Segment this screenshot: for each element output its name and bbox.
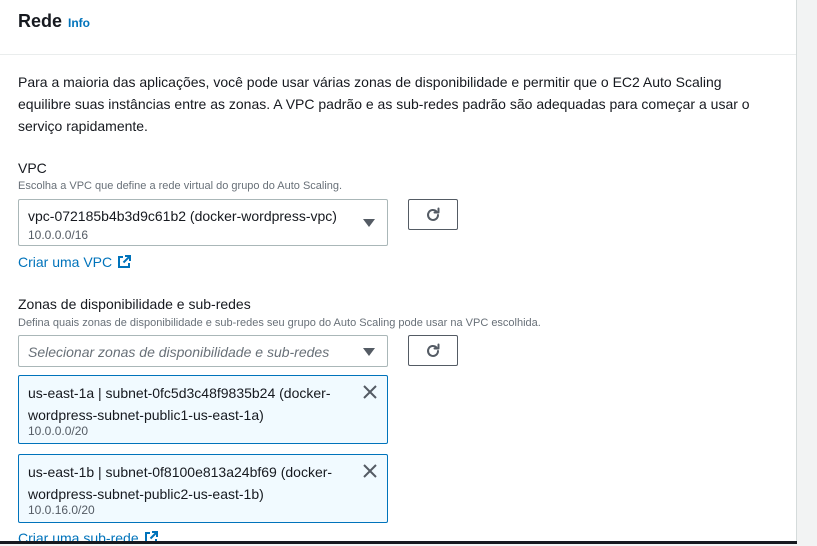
caret-down-icon: [363, 348, 375, 356]
create-vpc-label: Criar uma VPC: [18, 254, 113, 270]
section-title: Rede: [18, 11, 63, 31]
close-icon[interactable]: [362, 384, 378, 400]
zones-refresh-button[interactable]: [408, 335, 458, 366]
subnet-token-line2: wordpress-subnet-public1-us-east-1a): [28, 407, 264, 423]
subnet-token: us-east-1a | subnet-0fc5d3c48f9835b24 (d…: [18, 375, 388, 444]
zones-placeholder: Selecionar zonas de disponibilidade e su…: [28, 344, 330, 360]
vpc-selected-cidr: 10.0.0.0/16: [28, 228, 89, 242]
refresh-icon: [427, 343, 440, 357]
subnet-token-line2: wordpress-subnet-public2-us-east-1b): [28, 486, 264, 502]
info-link[interactable]: Info: [68, 16, 90, 30]
network-panel: Rede Info Para a maioria das aplicações,…: [0, 0, 797, 546]
zones-hint: Defina quais zonas de disponibilidade e …: [18, 317, 541, 329]
panel-header: Rede Info: [0, 0, 796, 55]
close-icon[interactable]: [362, 463, 378, 479]
subnet-token-cidr: 10.0.16.0/20: [28, 503, 95, 517]
caret-down-icon: [363, 219, 375, 227]
create-vpc-link[interactable]: Criar uma VPC: [18, 254, 132, 270]
vpc-hint: Escolha a VPC que define a rede virtual …: [18, 180, 343, 192]
subnet-token-text: us-east-1b | subnet-0f8100e813a24bf69 (d…: [28, 461, 348, 505]
subnet-token-line1: us-east-1b | subnet-0f8100e813a24bf69 (d…: [28, 464, 333, 480]
subnet-token-text: us-east-1a | subnet-0fc5d3c48f9835b24 (d…: [28, 382, 348, 426]
subnet-token-line1: us-east-1a | subnet-0fc5d3c48f9835b24 (d…: [28, 385, 331, 401]
subnet-token: us-east-1b | subnet-0f8100e813a24bf69 (d…: [18, 454, 388, 523]
zones-select[interactable]: Selecionar zonas de disponibilidade e su…: [18, 335, 388, 367]
vpc-select[interactable]: vpc-072185b4b3d9c61b2 (docker-wordpress-…: [18, 199, 388, 246]
vpc-label: VPC: [18, 160, 47, 176]
external-link-icon: [118, 255, 132, 268]
section-description: Para a maioria das aplicações, você pode…: [18, 74, 750, 134]
refresh-icon: [427, 207, 440, 221]
zones-label: Zonas de disponibilidade e sub-redes: [18, 296, 251, 312]
vpc-refresh-button[interactable]: [408, 199, 458, 230]
subnet-token-cidr: 10.0.0.0/20: [28, 424, 89, 438]
vpc-selected-value: vpc-072185b4b3d9c61b2 (docker-wordpress-…: [28, 208, 337, 224]
